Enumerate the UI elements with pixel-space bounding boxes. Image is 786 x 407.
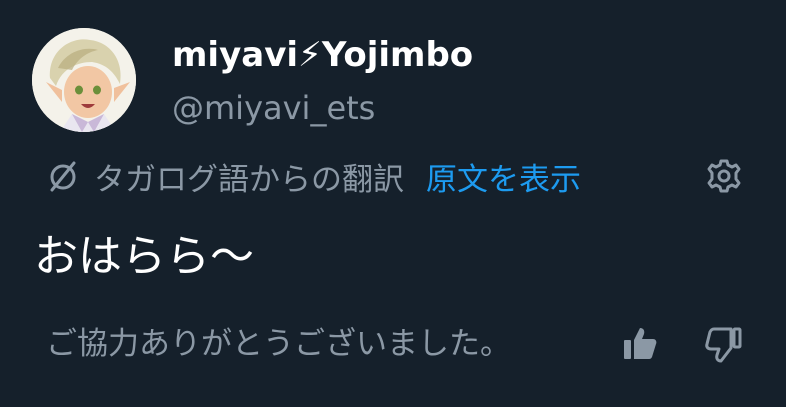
display-name[interactable]: miyavi⚡︎Yojimbo — [172, 32, 473, 78]
thumbs-up-icon[interactable] — [620, 324, 660, 364]
gear-icon[interactable] — [704, 156, 744, 196]
translated-from-label: タガログ語からの翻訳 — [94, 161, 404, 198]
tweet-text: おはらら〜 — [34, 231, 254, 282]
avatar[interactable] — [32, 28, 136, 132]
show-original-link[interactable]: 原文を表示 — [426, 154, 581, 199]
avatar-image — [32, 28, 136, 132]
thumbs-down-icon[interactable] — [704, 324, 744, 364]
user-handle[interactable]: @miyavi_ets — [172, 86, 375, 130]
translate-icon — [50, 161, 76, 192]
translation-bar: タガログ語からの翻訳 原文を表示 — [46, 152, 581, 200]
feedback-message: ご協力ありがとうございました。 — [46, 326, 511, 362]
